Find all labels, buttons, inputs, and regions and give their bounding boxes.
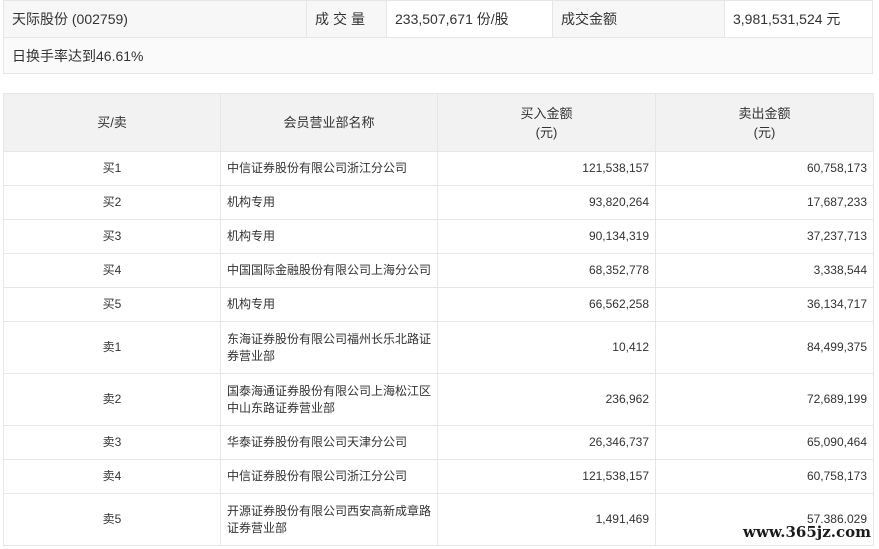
row-side: 卖4 <box>3 459 221 494</box>
header-sell-label: 卖出金额 <box>738 105 791 121</box>
row-sell-amount: 84,499,375 <box>655 321 874 374</box>
row-buy-amount: 90,134,319 <box>437 219 656 254</box>
header-buy-unit: (元) <box>535 124 558 140</box>
row-side: 买1 <box>3 151 221 186</box>
row-branch: 中信证券股份有限公司浙江分公司 <box>220 151 438 186</box>
turnover-note: 日换手率达到46.61% <box>4 37 872 73</box>
row-buy-amount: 1,491,469 <box>437 493 656 546</box>
table-row: 买4 中国国际金融股份有限公司上海分公司 68,352,778 3,338,54… <box>3 253 874 288</box>
row-branch: 机构专用 <box>220 219 438 254</box>
header-sell-amount: 卖出金额 (元) <box>655 93 874 152</box>
header-branch: 会员营业部名称 <box>220 93 438 152</box>
row-buy-amount: 93,820,264 <box>437 185 656 220</box>
row-branch: 国泰海通证券股份有限公司上海松江区中山东路证券营业部 <box>220 373 438 426</box>
row-side: 买5 <box>3 287 221 322</box>
row-branch: 机构专用 <box>220 287 438 322</box>
row-side: 卖3 <box>3 425 221 460</box>
row-sell-amount: 72,689,199 <box>655 373 874 426</box>
header-buy-amount: 买入金额 (元) <box>437 93 656 152</box>
row-branch: 东海证券股份有限公司福州长乐北路证券营业部 <box>220 321 438 374</box>
header-sell-unit: (元) <box>753 124 776 140</box>
row-side: 买4 <box>3 253 221 288</box>
row-buy-amount: 66,562,258 <box>437 287 656 322</box>
row-buy-amount: 236,962 <box>437 373 656 426</box>
volume-label: 成交量 <box>307 1 387 37</box>
table-row: 买5 机构专用 66,562,258 36,134,717 <box>3 287 874 322</box>
table-row: 卖3 华泰证券股份有限公司天津分公司 26,346,737 65,090,464 <box>3 425 874 460</box>
row-branch: 中国国际金融股份有限公司上海分公司 <box>220 253 438 288</box>
broker-trade-table: 买/卖 会员营业部名称 买入金额 (元) 卖出金额 (元) 买1 中信证券股份有… <box>3 93 874 546</box>
row-sell-amount: 3,338,544 <box>655 253 874 288</box>
row-branch: 开源证券股份有限公司西安高新成章路证券营业部 <box>220 493 438 546</box>
table-row: 买3 机构专用 90,134,319 37,237,713 <box>3 219 874 254</box>
row-side: 卖1 <box>3 321 221 374</box>
row-sell-amount: 60,758,173 <box>655 151 874 186</box>
row-sell-amount: 36,134,717 <box>655 287 874 322</box>
row-branch: 华泰证券股份有限公司天津分公司 <box>220 425 438 460</box>
row-buy-amount: 10,412 <box>437 321 656 374</box>
row-buy-amount: 121,538,157 <box>437 151 656 186</box>
header-side: 买/卖 <box>3 93 221 152</box>
row-sell-amount: 65,090,464 <box>655 425 874 460</box>
table-row: 买2 机构专用 93,820,264 17,687,233 <box>3 185 874 220</box>
row-side: 卖2 <box>3 373 221 426</box>
site-watermark: www.365jz.com <box>741 523 873 541</box>
volume-value: 233,507,671 份/股 <box>387 1 553 37</box>
row-buy-amount: 68,352,778 <box>437 253 656 288</box>
row-buy-amount: 26,346,737 <box>437 425 656 460</box>
table-row: 买1 中信证券股份有限公司浙江分公司 121,538,157 60,758,17… <box>3 151 874 186</box>
table-row: 卖1 东海证券股份有限公司福州长乐北路证券营业部 10,412 84,499,3… <box>3 321 874 374</box>
row-branch: 中信证券股份有限公司浙江分公司 <box>220 459 438 494</box>
amount-value: 3,981,531,524 元 <box>733 11 841 27</box>
row-side: 买2 <box>3 185 221 220</box>
row-buy-amount: 121,538,157 <box>437 459 656 494</box>
stock-name: 天际股份 (002759) <box>4 1 307 37</box>
amount-label: 成交金额 <box>553 1 725 37</box>
table-row: 卖4 中信证券股份有限公司浙江分公司 121,538,157 60,758,17… <box>3 459 874 494</box>
row-side: 卖5 <box>3 493 221 546</box>
row-sell-amount: 60,758,173 <box>655 459 874 494</box>
stock-summary: 天际股份 (002759) 成交量 233,507,671 份/股 成交金额 3… <box>3 0 873 74</box>
row-side: 买3 <box>3 219 221 254</box>
row-sell-amount: 37,237,713 <box>655 219 874 254</box>
summary-row: 天际股份 (002759) 成交量 233,507,671 份/股 成交金额 3… <box>4 1 872 37</box>
row-branch: 机构专用 <box>220 185 438 220</box>
row-sell-amount: 17,687,233 <box>655 185 874 220</box>
table-row: 卖2 国泰海通证券股份有限公司上海松江区中山东路证券营业部 236,962 72… <box>3 373 874 426</box>
header-buy-label: 买入金额 <box>520 105 573 121</box>
table-header-row: 买/卖 会员营业部名称 买入金额 (元) 卖出金额 (元) <box>3 93 874 152</box>
